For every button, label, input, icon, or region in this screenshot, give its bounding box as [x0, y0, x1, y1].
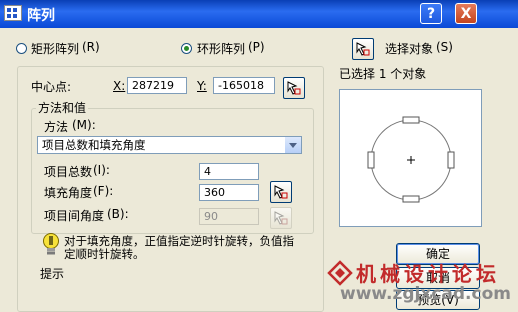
help-button[interactable]: ?: [420, 3, 442, 24]
polar-array-label[interactable]: 环形阵列: [197, 40, 245, 57]
select-objects-button[interactable]: [352, 38, 374, 60]
center-point-label: 中心点:: [31, 80, 72, 94]
lightbulb-icon: [43, 233, 59, 255]
cursor-pick-icon: [356, 42, 370, 56]
fill-angle-input[interactable]: 360: [199, 184, 259, 201]
total-items-input[interactable]: 4: [199, 163, 259, 180]
pick-angle-between-button: [270, 207, 292, 229]
pick-center-button[interactable]: [283, 77, 305, 99]
select-objects-key: (S): [436, 40, 453, 54]
fill-angle-key: (F):: [93, 184, 114, 198]
method-label: 方法: [44, 120, 69, 134]
method-group-title: 方法和值: [36, 99, 89, 116]
close-button[interactable]: X: [455, 3, 477, 24]
cursor-pick-icon: [274, 211, 288, 225]
total-items-label: 项目总数: [44, 165, 93, 179]
total-items-key: (I):: [93, 163, 110, 177]
rect-array-key: (R): [82, 40, 100, 54]
angle-between-key: (B):: [107, 207, 129, 221]
diamond-logo-icon: [327, 260, 353, 286]
cursor-pick-icon: [274, 185, 288, 199]
watermark-text: 机械设计论坛: [356, 262, 500, 286]
cursor-pick-icon: [287, 81, 301, 95]
array-preview: [339, 89, 482, 227]
polar-array-key: (P): [248, 40, 265, 54]
tip-text: 对于填充角度，正值指定逆时针旋转，负值指定顺时针旋转。: [64, 234, 294, 261]
rect-array-radio[interactable]: [16, 43, 27, 54]
preview-drawing: [367, 116, 455, 203]
watermark-url: www.zgjxcad.com: [340, 284, 511, 304]
pick-fill-angle-button[interactable]: [270, 181, 292, 203]
chevron-down-icon[interactable]: [285, 137, 301, 153]
method-key: (M):: [72, 118, 96, 132]
rect-array-label[interactable]: 矩形阵列: [31, 40, 79, 57]
method-dropdown[interactable]: 项目总数和填充角度: [37, 136, 302, 154]
tip-label: 提示: [40, 267, 65, 281]
angle-between-input: 90: [199, 208, 259, 225]
method-value: 项目总数和填充角度: [42, 138, 146, 152]
center-y-label: Y:: [197, 79, 207, 93]
center-y-input[interactable]: -165018: [213, 77, 275, 94]
selection-status: 已选择 1 个对象: [339, 67, 427, 81]
fill-angle-label: 填充角度: [44, 186, 93, 200]
center-x-input[interactable]: 287219: [127, 77, 187, 94]
angle-between-label: 项目间角度: [44, 209, 105, 223]
window-title: 阵列: [27, 8, 55, 24]
title-bar[interactable]: 阵列 ? X: [0, 0, 518, 28]
center-x-label: X:: [113, 79, 126, 93]
polar-array-radio[interactable]: [181, 43, 192, 54]
select-objects-label: 选择对象: [385, 42, 434, 56]
array-icon: [4, 5, 22, 21]
